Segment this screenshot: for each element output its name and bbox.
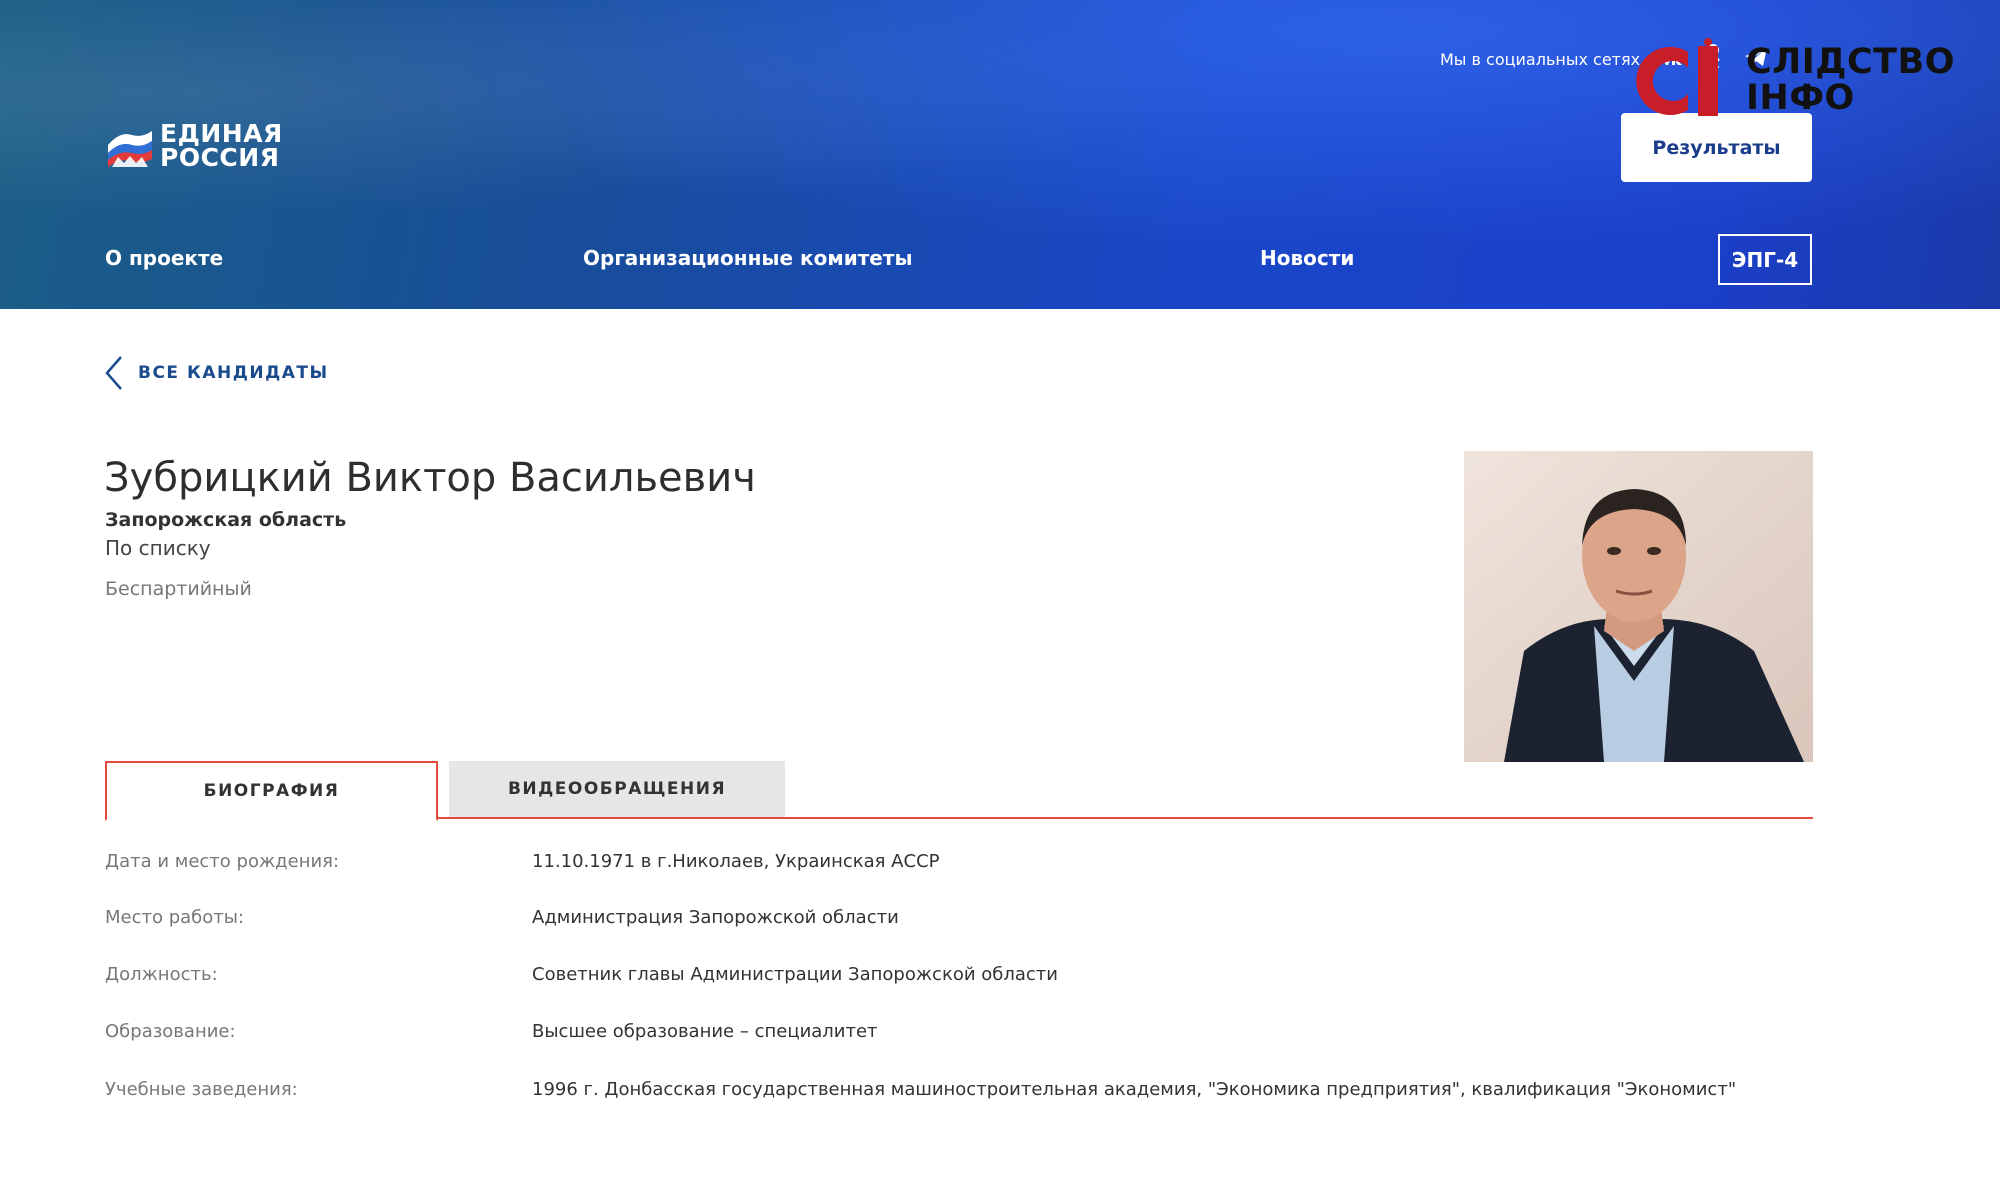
chevron-left-icon: [105, 356, 122, 390]
watermark-line2: ІНФО: [1746, 78, 1855, 118]
nav-committees[interactable]: Организационные комитеты: [583, 246, 913, 270]
candidate-region: Запорожская область: [105, 509, 347, 531]
nav-news[interactable]: Новости: [1260, 246, 1354, 270]
bio-label: Место работы:: [105, 907, 245, 928]
bio-label: Должность:: [105, 964, 218, 985]
si-logo-icon: [1636, 38, 1718, 116]
candidate-photo: [1464, 451, 1813, 762]
candidate-party: Беспартийный: [105, 578, 252, 600]
logo-text: ЕДИНАЯ РОССИЯ: [160, 119, 283, 172]
slidstvo-info-watermark: СЛІДСТВО ІНФО: [1632, 38, 1962, 124]
bio-label: Учебные заведения:: [105, 1079, 298, 1100]
profile-tabs: БИОГРАФИЯ ВИДЕООБРАЩЕНИЯ: [105, 761, 1813, 821]
epg-button[interactable]: ЭПГ-4: [1718, 234, 1812, 285]
bio-value: 11.10.1971 в г.Николаев, Украинская АССР: [532, 851, 940, 872]
bio-value: 1996 г. Донбасская государственная машин…: [532, 1079, 1737, 1100]
tab-biography[interactable]: БИОГРАФИЯ: [105, 761, 438, 821]
site-header: ЕДИНАЯ РОССИЯ Мы в социальных сетях Резу…: [0, 0, 2000, 309]
main-nav: О проекте Организационные комитеты Новос…: [0, 246, 2000, 276]
candidate-list-type: По списку: [105, 536, 211, 560]
tab-video-appeals[interactable]: ВИДЕООБРАЩЕНИЯ: [449, 761, 785, 817]
bio-value: Администрация Запорожской области: [532, 907, 899, 928]
candidate-name: Зубрицкий Виктор Васильевич: [104, 455, 756, 501]
nav-about[interactable]: О проекте: [105, 246, 223, 270]
bio-value: Советник главы Администрации Запорожской…: [532, 964, 1058, 985]
watermark-line1: СЛІДСТВО: [1746, 42, 1955, 82]
bio-value: Высшее образование – специалитет: [532, 1021, 878, 1042]
bio-label: Образование:: [105, 1021, 236, 1042]
back-to-candidates-link[interactable]: ВСЕ КАНДИДАТЫ: [104, 355, 329, 391]
back-link-label: ВСЕ КАНДИДАТЫ: [138, 363, 329, 383]
bear-flag-icon: [108, 131, 152, 167]
social-label: Мы в социальных сетях: [1440, 50, 1641, 69]
united-russia-logo[interactable]: ЕДИНАЯ РОССИЯ: [106, 119, 283, 172]
bio-label: Дата и место рождения:: [105, 851, 340, 872]
